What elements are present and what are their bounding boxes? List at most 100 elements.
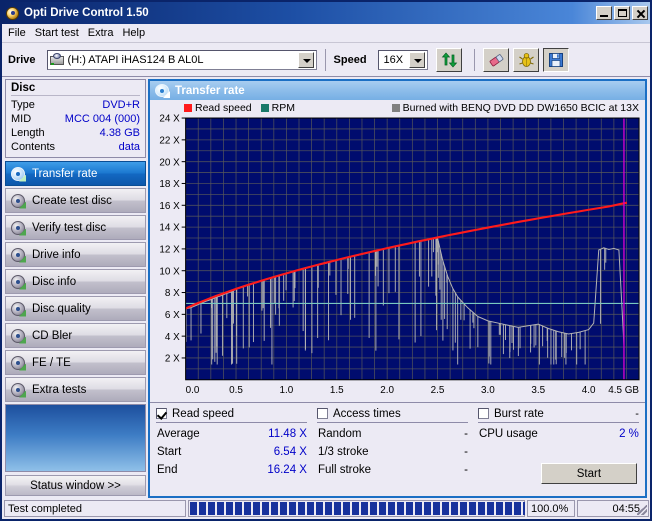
sidebar-item-label: Disc quality [32, 302, 91, 315]
save-icon [548, 52, 563, 67]
sidebar-item-label: Disc info [32, 275, 77, 288]
sidebar-item-fe-te[interactable]: FE / TE [5, 350, 146, 375]
disc-info-box: Disc Type DVD+R MID MCC 004 (000) Length… [5, 79, 146, 158]
sidebar-item-drive-info[interactable]: Drive info [5, 242, 146, 267]
menu-file[interactable]: File [8, 25, 35, 41]
menu-extra[interactable]: Extra [88, 25, 123, 41]
read-speed-header: Read speed [156, 407, 307, 423]
maximize-button[interactable] [614, 6, 630, 20]
status-window-button[interactable]: Status window >> [5, 475, 146, 496]
full-stroke-label: Full stroke [317, 464, 372, 476]
sidebar-item-verify-test-disc[interactable]: Verify test disc [5, 215, 146, 240]
legend-rpm: RPM [260, 102, 295, 114]
tools-button[interactable] [512, 47, 539, 72]
legend-swatch [260, 104, 269, 112]
result-row: Start 6.54 X [156, 443, 307, 461]
disc-icon [11, 166, 26, 182]
disc-info-row: Type DVD+R [11, 98, 140, 112]
erase-button[interactable] [482, 47, 509, 72]
elapsed-time-value: 04:55 [612, 502, 640, 515]
sidebar-item-label: FE / TE [32, 356, 71, 369]
menu-help[interactable]: Help [122, 25, 154, 41]
random-value: - [464, 428, 468, 440]
status-message: Test completed [4, 500, 186, 517]
resize-grip-icon[interactable] [637, 505, 647, 515]
drive-select-value: (H:) ATAPI iHAS124 B AL0L [67, 53, 204, 66]
svg-text:24 X: 24 X [159, 114, 180, 125]
svg-text:20 X: 20 X [159, 157, 180, 168]
optical-drive-icon [49, 53, 64, 66]
burst-rate-checkbox[interactable] [477, 408, 489, 419]
speed-select[interactable]: 16X [377, 49, 428, 70]
sidebar-item-label: Create test disc [32, 194, 112, 207]
third-stroke-label: 1/3 stroke [317, 446, 369, 458]
end-value: 16.24 X [267, 464, 307, 476]
average-label: Average [157, 428, 200, 440]
minimize-button[interactable] [596, 6, 612, 20]
svg-text:1.0: 1.0 [280, 385, 294, 396]
svg-text:16 X: 16 X [159, 201, 180, 212]
sidebar-item-transfer-rate[interactable]: Transfer rate [5, 161, 146, 186]
menu-start-test[interactable]: Start test [35, 25, 88, 41]
svg-text:2.0: 2.0 [380, 385, 394, 396]
chevron-down-icon[interactable] [297, 51, 314, 68]
svg-text:1.5: 1.5 [330, 385, 344, 396]
plot-holder: 2 X 4 X 6 X 8 X 10 X 12 X 14 X 16 X 18 X 20 X 22 X… [150, 114, 645, 402]
legend-read-speed: Read speed [184, 102, 252, 114]
third-stroke-value: - [464, 446, 468, 458]
read-speed-checkbox[interactable] [156, 408, 167, 419]
sidebar-item-label: Transfer rate [32, 167, 98, 180]
sidebar: Disc Type DVD+R MID MCC 004 (000) Length… [2, 77, 148, 499]
read-speed-column: Read speed Average 11.48 X Start 6.54 X … [156, 407, 317, 496]
result-row: 1/3 stroke - [317, 443, 468, 461]
disc-icon [155, 84, 170, 98]
start-button[interactable]: Start [540, 463, 637, 484]
chevron-down-icon[interactable] [408, 51, 425, 68]
start-value: 6.54 X [273, 446, 307, 458]
disc-icon [11, 193, 26, 209]
svg-text:10 X: 10 X [159, 266, 180, 277]
disc-info-row: Contents data [11, 140, 140, 154]
sidebar-item-disc-info[interactable]: Disc info [5, 269, 146, 294]
cpu-usage-value: 2 % [619, 428, 639, 440]
sidebar-item-label: Extra tests [32, 383, 87, 396]
drive-toolbar: Drive (H:) ATAPI iHAS124 B AL0L Speed 16… [2, 43, 650, 77]
full-stroke-value: - [464, 464, 468, 476]
svg-text:3.0: 3.0 [481, 385, 495, 396]
disc-mid-value: MCC 004 (000) [64, 113, 140, 125]
disc-info-row: Length 4.38 GB [11, 126, 140, 140]
sidebar-item-cd-bler[interactable]: CD Bler [5, 323, 146, 348]
disc-type-value: DVD+R [102, 99, 140, 111]
svg-text:18 X: 18 X [159, 179, 180, 190]
svg-text:3.5: 3.5 [531, 385, 545, 396]
disc-length-label: Length [11, 127, 45, 139]
result-row: Average 11.48 X [156, 425, 307, 443]
results-area: Read speed Average 11.48 X Start 6.54 X … [150, 402, 645, 496]
access-times-header: Access times [316, 407, 468, 423]
status-bar: Test completed 100.0% 04:55 [2, 499, 650, 519]
disc-info-heading: Disc [11, 82, 140, 96]
window-title: Opti Drive Control 1.50 [24, 7, 149, 19]
close-button[interactable] [632, 6, 648, 20]
transfer-rate-plot: 2 X 4 X 6 X 8 X 10 X 12 X 14 X 16 X 18 X 20 X 22 X… [159, 114, 640, 396]
drive-select[interactable]: (H:) ATAPI iHAS124 B AL0L [46, 49, 317, 70]
chart-legend: Read speed RPM Burned with BENQ DVD DD D… [184, 101, 643, 115]
read-speed-label: Read speed [172, 407, 235, 420]
burst-rate-header: Burst rate - [477, 407, 639, 423]
sidebar-item-extra-tests[interactable]: Extra tests [5, 377, 146, 402]
access-times-checkbox[interactable] [316, 408, 328, 419]
sidebar-item-create-test-disc[interactable]: Create test disc [5, 188, 146, 213]
svg-text:8 X: 8 X [165, 288, 180, 299]
disc-icon [11, 301, 26, 317]
legend-burn-note: Burned with BENQ DVD DD DW1650 BCIC at 1… [391, 102, 639, 114]
sidebar-nav: Transfer rate Create test disc Verify te… [5, 161, 146, 404]
panel-header: Transfer rate [150, 81, 645, 100]
disc-icon [11, 220, 26, 236]
disc-icon [11, 382, 26, 398]
save-button[interactable] [542, 47, 569, 72]
sidebar-item-disc-quality[interactable]: Disc quality [5, 296, 146, 321]
svg-text:4.5 GB: 4.5 GB [608, 385, 639, 396]
refresh-button[interactable] [435, 47, 462, 72]
svg-text:14 X: 14 X [159, 223, 180, 234]
sidebar-item-label: Verify test disc [32, 221, 107, 234]
